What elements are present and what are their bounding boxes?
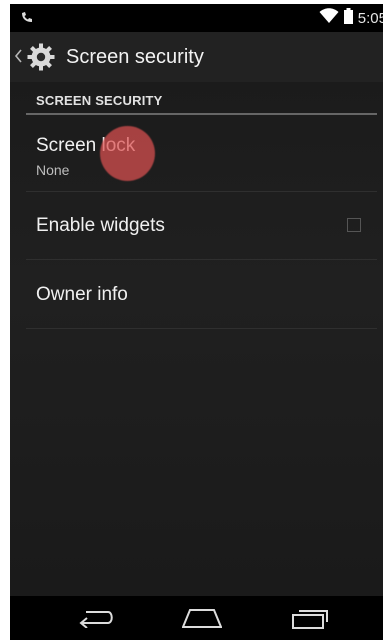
settings-gear-icon[interactable] (25, 42, 56, 73)
action-bar: Screen security (10, 32, 383, 82)
enable-widgets-item[interactable]: Enable widgets (26, 191, 377, 260)
screen-lock-summary: None (36, 162, 70, 178)
status-bar: 5:05 (10, 4, 383, 32)
section-header-label: SCREEN SECURITY (36, 93, 163, 108)
back-icon[interactable] (76, 605, 116, 631)
enable-widgets-title: Enable widgets (36, 215, 165, 236)
touch-indicator (100, 126, 155, 181)
home-icon[interactable] (182, 605, 222, 631)
owner-info-title: Owner info (36, 284, 128, 305)
voicemail-icon (20, 10, 34, 24)
screen-lock-item[interactable]: Screen lock None (26, 115, 377, 192)
section-header: SCREEN SECURITY (26, 82, 377, 115)
wifi-icon (319, 7, 339, 29)
page-title: Screen security (66, 45, 204, 68)
recent-apps-icon[interactable] (290, 605, 330, 631)
owner-info-item[interactable]: Owner info (26, 259, 377, 329)
status-time: 5:05 (357, 9, 383, 27)
chevron-left-icon[interactable] (14, 47, 24, 68)
device-screen: 5:05 Screen security SCREEN SECURITY Scr… (10, 4, 383, 640)
settings-list: SCREEN SECURITY Screen lock None Enable … (10, 82, 383, 596)
battery-icon (343, 7, 353, 29)
enable-widgets-checkbox[interactable] (347, 218, 361, 232)
navigation-bar (10, 596, 383, 640)
